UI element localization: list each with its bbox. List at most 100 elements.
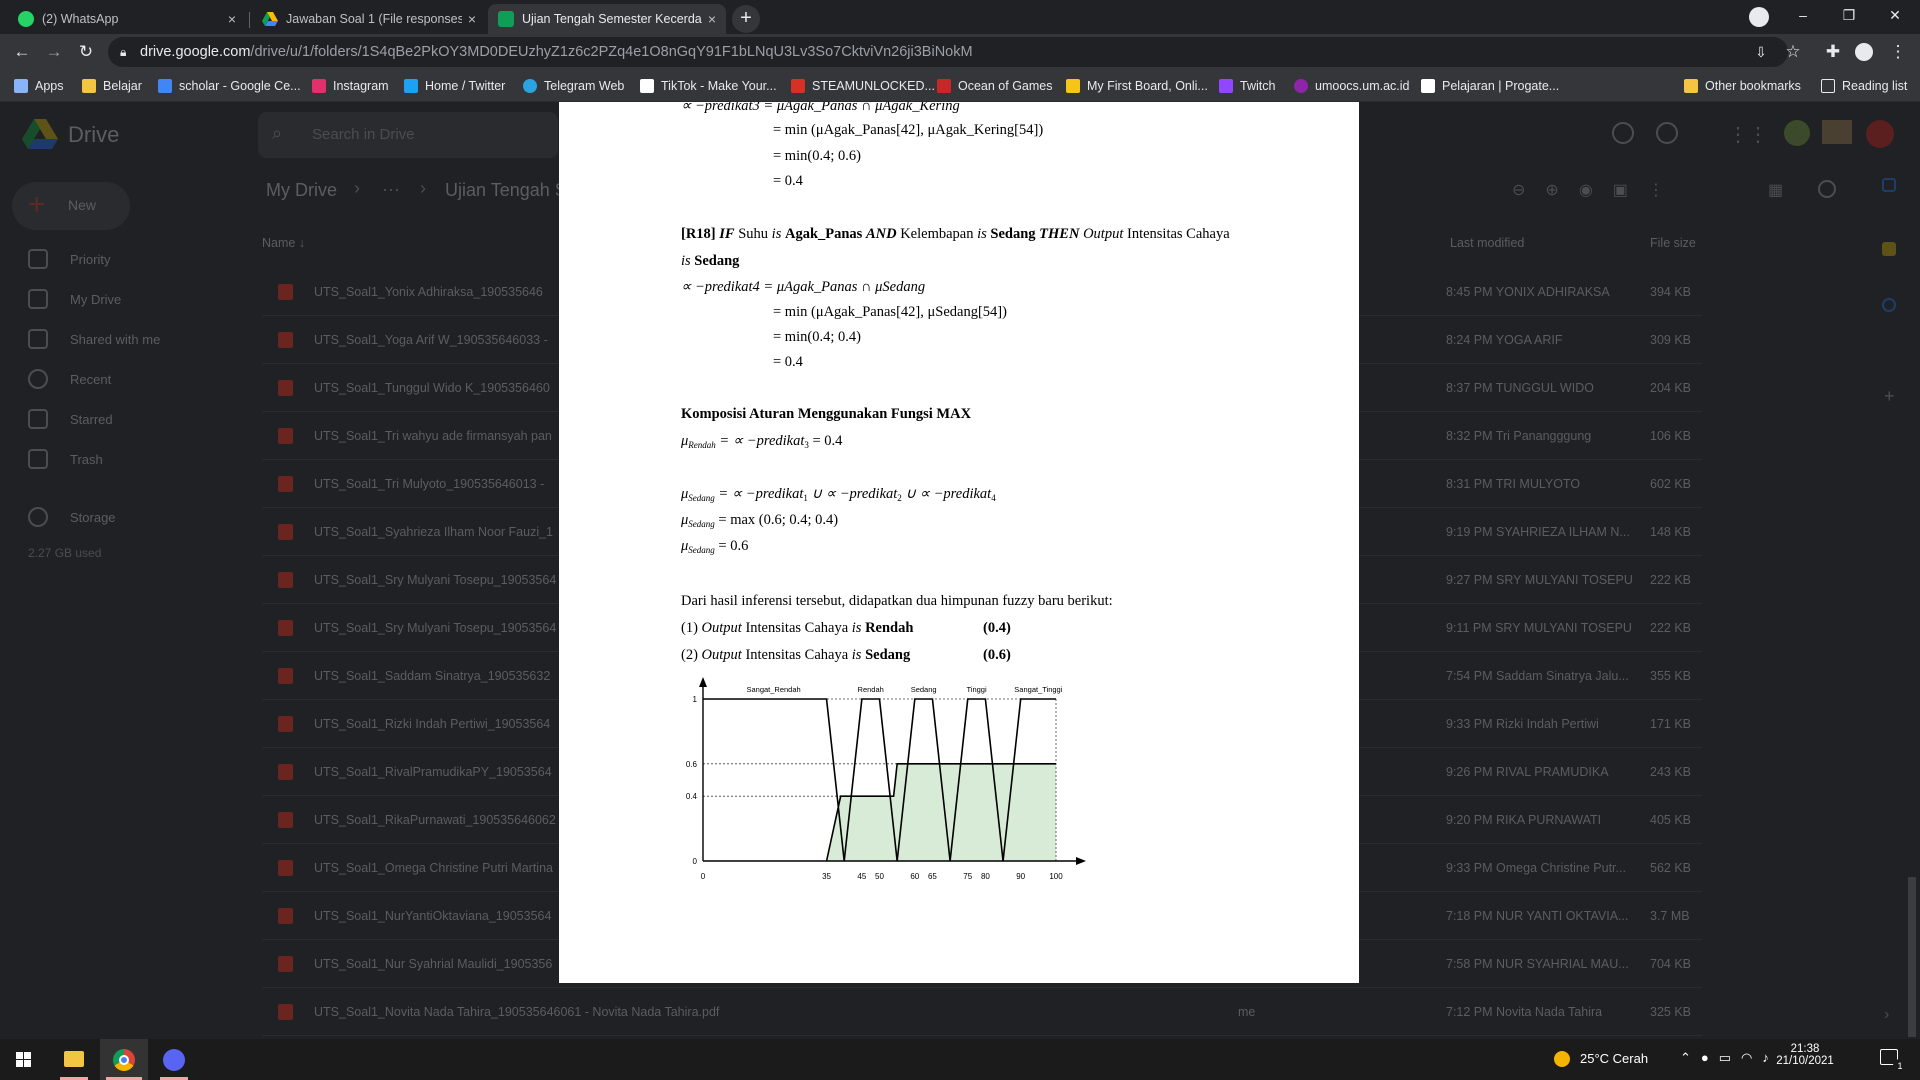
y-tick-label: 0.6	[686, 760, 698, 769]
output-2-value: (0.6)	[983, 647, 1011, 663]
column-name-label: Name	[262, 236, 296, 250]
tab-ujian[interactable]: Ujian Tengah Semester Kecerdasa ×	[488, 4, 726, 34]
calendar-icon[interactable]	[1882, 178, 1896, 192]
clock-time: 21:38	[1790, 1043, 1820, 1055]
bookmark-my-first-board[interactable]: My First Board, Onli...	[1066, 75, 1208, 97]
drive-search-box[interactable]: ⌕ Search in Drive	[258, 112, 558, 158]
bookmark-scholar[interactable]: scholar - Google Ce...	[158, 75, 301, 97]
last-modified: 8:32 PM Tri Panangggung	[1446, 429, 1592, 443]
bookmark-apps[interactable]: Apps	[14, 75, 64, 97]
column-name[interactable]: Name ↓	[262, 236, 305, 250]
shared-icon	[28, 329, 48, 349]
nav-priority[interactable]: Priority	[28, 244, 110, 274]
table-row[interactable]: UTS_Soal1_Novita Nada Tahira_19053564606…	[262, 988, 1702, 1036]
minimize-button[interactable]: –	[1780, 0, 1826, 30]
extensions-icon[interactable]: ✚	[1819, 38, 1847, 66]
weather-text[interactable]: 25°C Cerah	[1580, 1051, 1648, 1066]
back-arrow-icon[interactable]: ←	[8, 38, 36, 66]
bookmark-twitch[interactable]: Twitch	[1219, 75, 1275, 97]
settings-gear-icon[interactable]	[1656, 122, 1678, 144]
column-last-modified[interactable]: Last modified	[1450, 236, 1524, 250]
grid-view-icon[interactable]: ▦	[1768, 180, 1783, 200]
breadcrumb-my-drive[interactable]: My Drive	[266, 180, 337, 201]
instagram-icon	[312, 79, 326, 93]
last-modified: 9:33 PM Rizki Indah Pertiwi	[1446, 717, 1599, 731]
bookmark-twitter[interactable]: Home / Twitter	[404, 75, 505, 97]
expand-panel-icon[interactable]: ›	[1884, 1006, 1889, 1024]
nav-my-drive[interactable]: My Drive	[28, 284, 121, 314]
tab-title: Jawaban Soal 1 (File responses) -	[286, 12, 462, 26]
pdf-icon	[278, 764, 293, 780]
bookmark-ocean-of-games[interactable]: Ocean of Games	[937, 75, 1053, 97]
details-info-icon[interactable]	[1818, 180, 1836, 198]
mu-sedang-term: = ∝ −predikat	[718, 486, 804, 502]
search-icon: ⌕	[272, 123, 283, 143]
tab-search-icon[interactable]	[1749, 7, 1769, 27]
item-number: (2)	[681, 647, 698, 663]
mu-sedang-value: = 0.6	[718, 538, 749, 554]
kw-is: is	[851, 620, 862, 636]
profile-avatar[interactable]	[1855, 43, 1873, 61]
x-tick-label: 0	[701, 872, 706, 881]
system-tray-icons[interactable]: ⌃●▭◠♪	[1680, 1050, 1779, 1066]
clock[interactable]: 21:38 21/10/2021	[1772, 1043, 1838, 1067]
new-button[interactable]: + New	[12, 182, 130, 230]
pdf-icon	[278, 956, 293, 972]
column-file-size[interactable]: File size	[1650, 236, 1696, 250]
close-window-button[interactable]: ✕	[1872, 0, 1918, 30]
nav-starred[interactable]: Starred	[28, 404, 113, 434]
new-tab-button[interactable]: +	[732, 5, 760, 33]
nav-storage[interactable]: Storage	[28, 502, 116, 532]
tiktok-icon	[640, 79, 654, 93]
bookmark-star-icon[interactable]: ☆	[1779, 38, 1807, 66]
telegram-icon	[523, 79, 537, 93]
install-app-icon[interactable]: ⇩	[1747, 38, 1775, 66]
set-label: Rendah	[858, 685, 884, 694]
close-tab-icon[interactable]: ×	[708, 11, 716, 27]
discord-taskbar-icon[interactable]	[150, 1039, 198, 1080]
nav-recent[interactable]: Recent	[28, 364, 111, 394]
file-explorer-icon[interactable]	[50, 1039, 98, 1080]
var-intensitas: Intensitas Cahaya	[745, 620, 849, 636]
pdf-icon	[278, 572, 293, 588]
avatar[interactable]	[1866, 120, 1894, 148]
bookmark-telegram[interactable]: Telegram Web	[523, 75, 624, 97]
nav-shared[interactable]: Shared with me	[28, 324, 160, 354]
nav-trash[interactable]: Trash	[28, 444, 103, 474]
keep-icon[interactable]	[1882, 242, 1896, 256]
weather-moon-icon[interactable]	[1554, 1051, 1570, 1067]
bookmark-instagram[interactable]: Instagram	[312, 75, 389, 97]
x-tick-label: 50	[875, 872, 884, 881]
bookmark-steamunlocked[interactable]: STEAMUNLOCKED...	[791, 75, 935, 97]
reading-list[interactable]: Reading list	[1821, 75, 1907, 97]
other-bookmarks[interactable]: Other bookmarks	[1684, 75, 1801, 97]
tab-whatsapp[interactable]: (2) WhatsApp ×	[8, 4, 246, 34]
restore-button[interactable]: ❐	[1826, 0, 1872, 30]
tasks-icon[interactable]	[1882, 298, 1896, 312]
new-button-label: New	[68, 197, 97, 213]
chrome-taskbar-icon[interactable]	[100, 1039, 148, 1080]
bookmark-tiktok[interactable]: TikTok - Make Your...	[640, 75, 777, 97]
bookmark-umoocs[interactable]: umoocs.um.ac.id	[1294, 75, 1409, 97]
bookmark-label: Ocean of Games	[958, 79, 1053, 93]
apps-grid-icon[interactable]: ⋮⋮	[1728, 122, 1768, 147]
close-tab-icon[interactable]: ×	[228, 11, 236, 27]
drive-icon	[262, 11, 278, 27]
forward-arrow-icon[interactable]: →	[40, 38, 68, 66]
breadcrumb-folder[interactable]: Ujian Tengah S	[445, 180, 567, 201]
menu-kebab-icon[interactable]: ⋮	[1884, 38, 1912, 66]
toolbar-actions-icons[interactable]: ⊖⊕◉▣⋮	[1512, 180, 1742, 200]
address-bar[interactable]: 🔒︎ drive.google.com/drive/u/1/folders/1S…	[108, 37, 1788, 67]
more-horizontal-icon[interactable]: ⋯	[382, 180, 400, 201]
file-name: UTS_Soal1_Syahrieza Ilham Noor Fauzi_1	[314, 525, 554, 539]
file-name: UTS_Soal1_Omega Christine Putri Martina	[314, 861, 553, 875]
add-addon-icon[interactable]: +	[1884, 386, 1895, 407]
help-icon[interactable]	[1612, 122, 1634, 144]
reload-icon[interactable]: ↻	[72, 38, 100, 66]
tab-jawaban[interactable]: Jawaban Soal 1 (File responses) - ×	[252, 4, 486, 34]
start-button[interactable]	[0, 1039, 48, 1080]
bookmark-belajar[interactable]: Belajar	[82, 75, 142, 97]
bookmark-progate[interactable]: Pelajaran | Progate...	[1421, 75, 1559, 97]
close-tab-icon[interactable]: ×	[468, 11, 476, 27]
scrollbar-thumb[interactable]	[1908, 877, 1916, 1037]
